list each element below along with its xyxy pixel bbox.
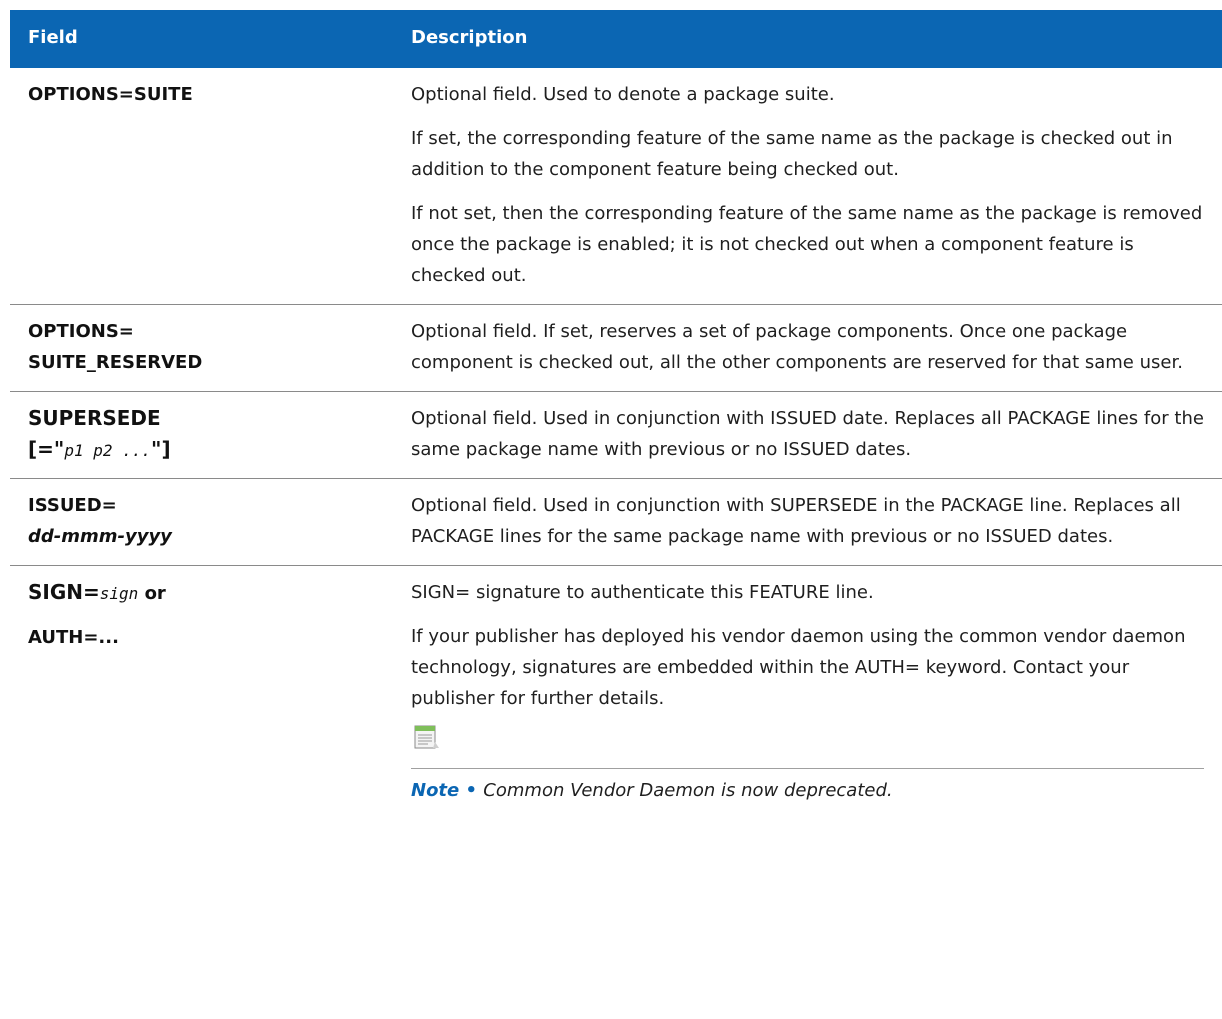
table-row: SUPERSEDE [="p1 p2 ..."] Optional field.… bbox=[10, 392, 1222, 479]
field-name-line: SUITE_RESERVED bbox=[28, 352, 203, 373]
field-syntax: "] bbox=[151, 437, 171, 461]
header-description: Description bbox=[411, 27, 528, 48]
description-paragraph: SIGN= signature to authenticate this FEA… bbox=[411, 582, 874, 603]
field-placeholder: dd-mmm-yyyy bbox=[28, 526, 172, 547]
field-name: ISSUED= dd-mmm-yyyy bbox=[28, 490, 172, 552]
description-paragraph: If your publisher has deployed his vendo… bbox=[411, 626, 1186, 709]
description-paragraph: Optional field. Used in conjunction with… bbox=[411, 495, 1181, 547]
field-name-line: [="p1 p2 ..."] bbox=[28, 434, 171, 466]
field-name: OPTIONS= SUITE_RESERVED bbox=[28, 316, 202, 378]
field-syntax: [=" bbox=[28, 437, 65, 461]
table-row: SIGN=sign or AUTH=... SIGN= signature to… bbox=[10, 566, 1222, 816]
field-placeholder: sign bbox=[99, 584, 139, 603]
field-keyword: SIGN= bbox=[28, 580, 100, 604]
table-row: ISSUED= dd-mmm-yyyy Optional field. Used… bbox=[10, 479, 1222, 566]
field-name: SIGN=sign or AUTH=... bbox=[28, 577, 166, 653]
table-row: OPTIONS= SUITE_RESERVED Optional field. … bbox=[10, 305, 1222, 392]
field-name-line: AUTH=... bbox=[28, 627, 119, 648]
field-name: OPTIONS=SUITE bbox=[28, 84, 193, 105]
field-placeholder: p1 p2 ... bbox=[64, 441, 152, 460]
field-name: SUPERSEDE [="p1 p2 ..."] bbox=[28, 403, 171, 466]
note: Note • Common Vendor Daemon is now depre… bbox=[411, 768, 1204, 806]
field-connector: or bbox=[138, 583, 166, 604]
description-paragraph: If set, the corresponding feature of the… bbox=[411, 128, 1173, 180]
header-field: Field bbox=[28, 27, 78, 48]
field-description: Optional field. If set, reserves a set o… bbox=[411, 316, 1206, 378]
description-paragraph: Optional field. Used in conjunction with… bbox=[411, 408, 1204, 460]
field-name-line: OPTIONS= bbox=[28, 321, 134, 342]
note-separator: • bbox=[459, 780, 484, 801]
field-name-line: SIGN=sign or bbox=[28, 577, 166, 609]
field-name-line: ISSUED= bbox=[28, 495, 117, 516]
description-paragraph: Optional field. If set, reserves a set o… bbox=[411, 321, 1183, 373]
table-header: Field Description bbox=[10, 10, 1222, 68]
description-paragraph: If not set, then the corresponding featu… bbox=[411, 203, 1203, 286]
note-text: Common Vendor Daemon is now deprecated. bbox=[483, 780, 893, 801]
description-paragraph: Optional field. Used to denote a package… bbox=[411, 84, 835, 105]
field-description: Optional field. Used to denote a package… bbox=[411, 79, 1206, 291]
field-description: Optional field. Used in conjunction with… bbox=[411, 403, 1206, 465]
notepad-icon bbox=[414, 725, 439, 749]
field-description: SIGN= signature to authenticate this FEA… bbox=[411, 577, 1206, 806]
note-label: Note bbox=[411, 780, 460, 801]
table-row: OPTIONS=SUITE Optional field. Used to de… bbox=[10, 68, 1222, 305]
fields-table: Field Description OPTIONS=SUITE Optional… bbox=[10, 10, 1222, 816]
field-description: Optional field. Used in conjunction with… bbox=[411, 490, 1206, 552]
field-name-line: SUPERSEDE bbox=[28, 406, 161, 430]
